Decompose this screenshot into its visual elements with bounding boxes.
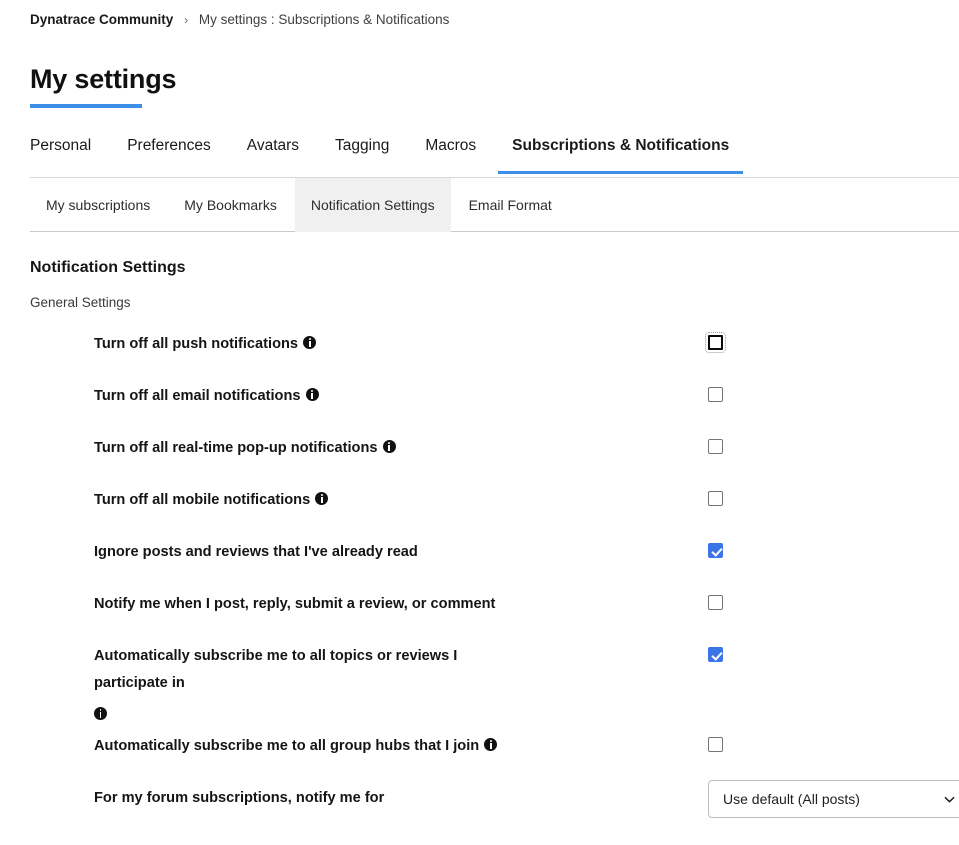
checkbox-turn-off-all-realtime-popup-notifications[interactable] xyxy=(708,439,723,454)
breadcrumb: Dynatrace Community › My settings : Subs… xyxy=(0,0,959,29)
setting-label-text: Ignore posts and reviews that I've alrea… xyxy=(94,544,418,560)
tab-macros[interactable]: Macros xyxy=(425,136,476,174)
page-title-block: My settings xyxy=(30,63,959,108)
tab-avatars[interactable]: Avatars xyxy=(247,136,299,174)
setting-control xyxy=(708,335,723,350)
setting-label-text: Turn off all push notifications xyxy=(94,336,298,352)
section-title: Notification Settings xyxy=(30,258,959,278)
setting-label: Ignore posts and reviews that I've alrea… xyxy=(94,534,418,566)
setting-label: Turn off all mobile notifications xyxy=(94,482,328,514)
subtab-label: My Bookmarks xyxy=(184,196,277,214)
tab-subscriptions-and-notifications[interactable]: Subscriptions & Notifications xyxy=(512,136,729,174)
setting-label-text: For my forum subscriptions, notify me fo… xyxy=(94,790,384,806)
subtab-label: My subscriptions xyxy=(46,196,150,214)
info-icon[interactable] xyxy=(94,707,107,720)
setting-control xyxy=(708,595,723,610)
info-icon[interactable] xyxy=(303,336,316,349)
checkbox-turn-off-all-push-notifications[interactable] xyxy=(708,335,723,350)
page-title: My settings xyxy=(30,63,959,95)
setting-row: Notify me when I post, reply, submit a r… xyxy=(30,586,959,638)
checkbox-auto-subscribe-topics-or-reviews[interactable] xyxy=(708,647,723,662)
tab-label: Subscriptions & Notifications xyxy=(512,137,729,154)
info-icon[interactable] xyxy=(306,388,319,401)
checkbox-notify-me-when-i-post[interactable] xyxy=(708,595,723,610)
checkbox-turn-off-all-mobile-notifications[interactable] xyxy=(708,491,723,506)
checkbox-auto-subscribe-group-hubs[interactable] xyxy=(708,737,723,752)
setting-control xyxy=(708,737,723,752)
tab-label: Preferences xyxy=(127,137,211,154)
forum-subscription-notify-select[interactable]: Use default (All posts) xyxy=(708,780,959,818)
subtab-email-format[interactable]: Email Format xyxy=(453,178,568,232)
settings-list: Turn off all push notifications Turn off… xyxy=(30,326,959,836)
setting-row: Automatically subscribe me to all topics… xyxy=(30,638,959,728)
setting-row: Turn off all mobile notifications xyxy=(30,482,959,534)
setting-label-text: Notify me when I post, reply, submit a r… xyxy=(94,596,495,612)
tab-label: Tagging xyxy=(335,137,389,154)
tab-label: Macros xyxy=(425,137,476,154)
section-subtitle: General Settings xyxy=(30,294,959,312)
setting-control xyxy=(708,543,723,558)
chevron-down-icon xyxy=(944,794,955,805)
setting-row: Turn off all real-time pop-up notificati… xyxy=(30,430,959,482)
checkbox-turn-off-all-email-notifications[interactable] xyxy=(708,387,723,402)
setting-label: Automatically subscribe me to all group … xyxy=(94,728,497,760)
setting-control xyxy=(708,439,723,454)
setting-control xyxy=(708,387,723,402)
setting-row: Turn off all push notifications xyxy=(30,326,959,378)
info-icon[interactable] xyxy=(484,738,497,751)
setting-control xyxy=(708,647,723,662)
tab-preferences[interactable]: Preferences xyxy=(127,136,211,174)
setting-label-text: Automatically subscribe me to all topics… xyxy=(94,648,457,691)
setting-control xyxy=(708,491,723,506)
setting-label: Turn off all push notifications xyxy=(94,326,316,358)
primary-tabbar: Personal Preferences Avatars Tagging Mac… xyxy=(0,136,959,178)
info-icon[interactable] xyxy=(383,440,396,453)
setting-label-text: Turn off all email notifications xyxy=(94,388,301,404)
select-value: Use default (All posts) xyxy=(723,790,938,808)
tab-label: Avatars xyxy=(247,137,299,154)
subtab-label: Notification Settings xyxy=(311,196,435,214)
breadcrumb-separator-icon: › xyxy=(184,13,188,27)
setting-label: Turn off all real-time pop-up notificati… xyxy=(94,430,396,462)
subtab-notification-settings[interactable]: Notification Settings xyxy=(295,178,451,232)
setting-row: Turn off all email notifications xyxy=(30,378,959,430)
tab-personal[interactable]: Personal xyxy=(30,136,91,174)
notification-settings-panel: Notification Settings General Settings T… xyxy=(0,232,959,836)
setting-label: Notify me when I post, reply, submit a r… xyxy=(94,586,495,618)
setting-label: Turn off all email notifications xyxy=(94,378,319,410)
tab-label: Personal xyxy=(30,137,91,154)
setting-control: Use default (All posts) xyxy=(708,780,959,818)
breadcrumb-root-link[interactable]: Dynatrace Community xyxy=(30,12,173,27)
setting-label-text: Automatically subscribe me to all group … xyxy=(94,738,479,754)
setting-label-text: Turn off all real-time pop-up notificati… xyxy=(94,440,378,456)
info-icon[interactable] xyxy=(315,492,328,505)
title-underline-rule xyxy=(30,104,142,108)
setting-row: For my forum subscriptions, notify me fo… xyxy=(30,780,959,836)
tab-tagging[interactable]: Tagging xyxy=(335,136,389,174)
setting-row: Automatically subscribe me to all group … xyxy=(30,728,959,780)
subtab-label: Email Format xyxy=(469,196,552,214)
secondary-tabbar: My subscriptions My Bookmarks Notificati… xyxy=(0,178,959,232)
breadcrumb-current: My settings : Subscriptions & Notificati… xyxy=(199,12,450,27)
setting-label: Automatically subscribe me to all topics… xyxy=(94,638,524,720)
subtab-my-bookmarks[interactable]: My Bookmarks xyxy=(168,178,293,232)
checkbox-ignore-already-read-posts[interactable] xyxy=(708,543,723,558)
setting-label: For my forum subscriptions, notify me fo… xyxy=(94,780,384,812)
setting-row: Ignore posts and reviews that I've alrea… xyxy=(30,534,959,586)
setting-label-text: Turn off all mobile notifications xyxy=(94,492,310,508)
subtab-my-subscriptions[interactable]: My subscriptions xyxy=(30,178,166,232)
